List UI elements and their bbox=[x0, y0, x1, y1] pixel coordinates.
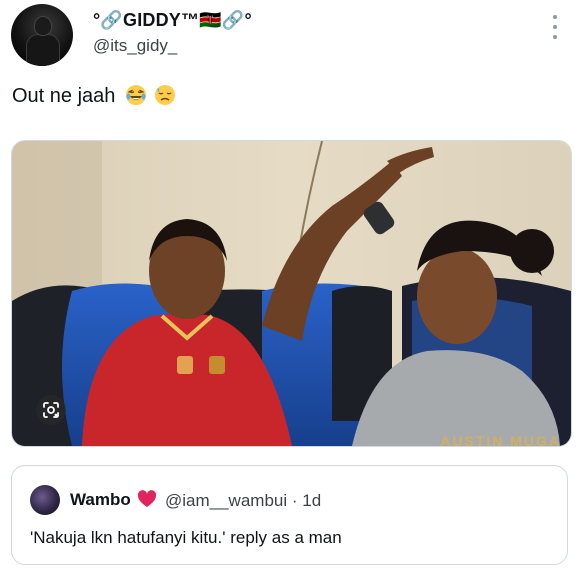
tweet-text: Out ne jaah bbox=[12, 84, 176, 112]
quoted-tweet-text: 'Nakuja lkn hatufanyi kitu.' reply as a … bbox=[30, 528, 342, 547]
author-handle[interactable]: @its_gidy_ bbox=[93, 36, 177, 56]
author-avatar[interactable] bbox=[11, 4, 73, 66]
quoted-author-avatar[interactable] bbox=[30, 485, 60, 515]
quoted-tweet[interactable]: Wambo @iam__wambui · 1d 'Nakuja lkn hatu… bbox=[11, 465, 568, 565]
more-vertical-icon[interactable] bbox=[548, 15, 562, 39]
media-watermark: AUSTIN MUGA bbox=[440, 433, 561, 447]
tweet-media-image[interactable]: AUSTIN MUGA bbox=[11, 140, 572, 447]
avatar-figure-body bbox=[26, 34, 60, 66]
quoted-author-name-text: Wambo bbox=[70, 490, 131, 509]
tweet-text-content: Out ne jaah bbox=[12, 85, 116, 107]
author-display-name[interactable]: °🔗GIDDY™🇰🇪🔗° bbox=[93, 10, 252, 31]
red-heart-icon bbox=[137, 490, 157, 513]
laughing-emoji-icon bbox=[125, 84, 147, 112]
quoted-author-name[interactable]: Wambo bbox=[70, 490, 157, 513]
avatar-figure-head bbox=[34, 16, 52, 36]
google-lens-icon[interactable] bbox=[36, 395, 66, 425]
quoted-author-handle-time[interactable]: @iam__wambui · 1d bbox=[165, 491, 321, 511]
downcast-sweat-emoji-icon bbox=[154, 84, 176, 112]
media-photo bbox=[12, 141, 571, 446]
